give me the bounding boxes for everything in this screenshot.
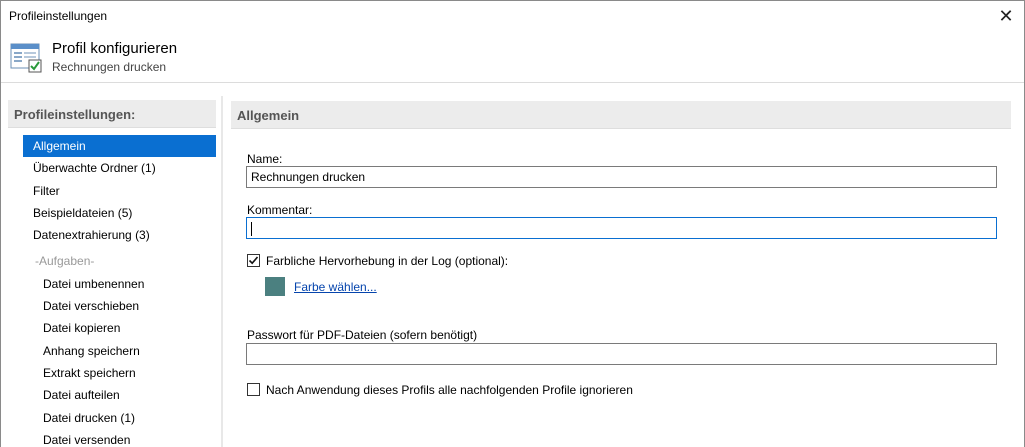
section-heading: Allgemein <box>231 101 1011 129</box>
close-icon[interactable]: ✕ <box>994 4 1018 28</box>
color-swatch <box>265 277 285 296</box>
ignore-subsequent-profiles-label: Nach Anwendung dieses Profils alle nachf… <box>266 383 633 397</box>
sidebar-item-general[interactable]: Allgemein <box>23 135 216 158</box>
window-title: Profileinstellungen <box>9 9 108 23</box>
sidebar-item-split-file[interactable]: Datei aufteilen <box>23 384 216 406</box>
sidebar-group-tasks: -Aufgaben- <box>35 254 95 269</box>
sidebar-item-save-attachment[interactable]: Anhang speichern <box>23 340 216 362</box>
name-input[interactable]: Rechnungen drucken <box>246 166 997 188</box>
password-label: Passwort für PDF-Dateien (sofern benötig… <box>247 328 478 342</box>
ignore-subsequent-profiles-checkbox[interactable] <box>247 383 260 396</box>
highlight-checkbox[interactable] <box>247 254 260 267</box>
sidebar-item-send-file[interactable]: Datei versenden <box>23 429 216 447</box>
settings-navigation: Profileinstellungen: Allgemein Überwacht… <box>8 100 216 447</box>
checkmark-icon <box>248 256 259 265</box>
pane-splitter[interactable] <box>221 96 223 447</box>
highlight-checkbox-label: Farbliche Hervorhebung in der Log (optio… <box>266 254 509 268</box>
sidebar-item-rename-file[interactable]: Datei umbenennen <box>23 273 216 295</box>
name-label: Name: <box>247 152 283 166</box>
sidebar-item-watched-folders[interactable]: Überwachte Ordner (1) <box>23 157 216 179</box>
password-input[interactable] <box>246 343 997 365</box>
title-bar: Profileinstellungen ✕ <box>1 1 1024 31</box>
comment-label: Kommentar: <box>247 203 313 217</box>
profile-config-icon <box>10 43 42 73</box>
comment-input[interactable] <box>246 217 997 239</box>
sidebar-item-filter[interactable]: Filter <box>23 180 216 202</box>
sidebar-item-move-file[interactable]: Datei verschieben <box>23 295 216 317</box>
choose-color-link[interactable]: Farbe wählen... <box>294 280 377 294</box>
text-caret <box>251 221 252 236</box>
sidebar-item-sample-files[interactable]: Beispieldateien (5) <box>23 202 216 224</box>
sidebar-item-copy-file[interactable]: Datei kopieren <box>23 317 216 339</box>
sidebar-item-save-extract[interactable]: Extrakt speichern <box>23 362 216 384</box>
dialog-header: Profil konfigurieren Rechnungen drucken <box>1 31 1024 83</box>
general-settings-panel: Allgemein Name: Rechnungen drucken Komme… <box>231 101 1011 447</box>
sidebar-heading: Profileinstellungen: <box>8 100 216 128</box>
sidebar-item-data-extraction[interactable]: Datenextrahierung (3) <box>23 224 216 246</box>
header-title: Profil konfigurieren <box>52 40 178 57</box>
sidebar-item-print-file[interactable]: Datei drucken (1) <box>23 407 216 429</box>
header-subtitle: Rechnungen drucken <box>52 60 167 74</box>
profile-settings-window: Profileinstellungen ✕ Profil konfigurier… <box>0 0 1025 447</box>
